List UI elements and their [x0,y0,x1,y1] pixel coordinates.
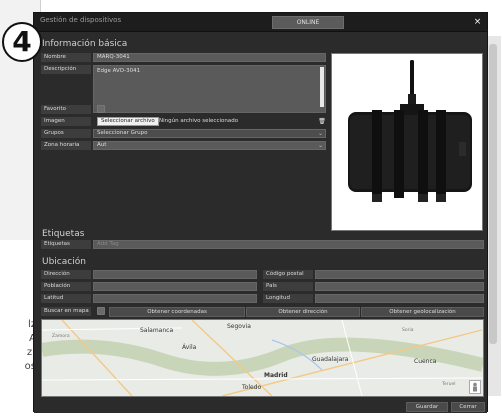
router-device-image [332,54,482,230]
background-text-line: lz [27,319,36,330]
tags-heading: Etiquetas [42,229,85,239]
city-label: Población [41,282,91,291]
get-coordinates-button[interactable]: Obtener coordenadas [109,307,245,317]
background-text-line: os [24,361,36,372]
search-map-label: Buscar en mapa [41,307,91,316]
map-label-small: Teruel [442,382,456,387]
step-number-badge: 4 [2,22,42,62]
description-text: Edge AVO-3041 [97,68,141,74]
chevron-down-icon: ⌄ [317,142,323,149]
dialog-footer: Guardar Cerrar [34,399,487,413]
map-label: Ávila [182,344,197,351]
coordinates-row: Latitud Longitud [41,294,484,303]
status-badge: ONLINE [272,16,344,29]
trash-icon[interactable]: 🗑 [318,117,326,126]
select-file-button[interactable]: Seleccionar archivo [97,117,159,126]
dialog-title: Gestión de dispositivos [40,16,122,24]
name-row: Nombre MARQ-3041 [41,53,326,62]
basic-info-heading: Información básica [42,39,128,49]
background-text-line: A [0,332,36,346]
map-label: Cuenca [414,358,437,365]
address-row: Dirección Código postal [41,270,484,279]
close-icon[interactable]: × [472,17,483,28]
timezone-row: Zona horaria Aut ⌄ [41,141,326,150]
map-label-small: Soria [402,328,414,333]
save-button[interactable]: Guardar [406,402,448,412]
location-heading: Ubicación [42,257,86,267]
map-label: Madrid [264,372,288,379]
timezone-select[interactable]: Aut ⌄ [93,141,326,150]
tags-row: Etiquetas Add Tag [41,240,484,249]
page-scrollbar-thumb[interactable] [489,44,497,344]
groups-row: Grupos Seleccionar Grupo ⌄ [41,129,326,138]
country-label: País [263,282,313,291]
address-field[interactable] [93,270,257,279]
name-field[interactable]: MARQ-3041 [93,53,326,62]
tags-input[interactable]: Add Tag [93,240,484,249]
map-search-row: Buscar en mapa Obtener coordenadas Obten… [41,307,484,317]
address-label: Dirección [41,270,91,279]
favorite-checkbox[interactable] [97,105,105,113]
country-field[interactable] [315,282,484,291]
map-label: Segovia [227,323,251,330]
textarea-scrollbar[interactable] [320,67,324,107]
image-label: Imagen [41,117,91,126]
favorite-row: Favorito [41,105,326,114]
get-geolocation-button[interactable]: Obtener geolocalización [361,307,484,317]
location-map[interactable]: Salamanca Segovia Madrid Guadalajara Tol… [41,319,484,397]
dialog-titlebar: Gestión de dispositivos ONLINE × [34,13,487,32]
longitude-field[interactable] [315,294,484,303]
timezone-label: Zona horaria [41,141,91,150]
background-text: lz A z) os [0,318,36,374]
map-label-small: Zamora [52,334,70,339]
description-label: Descripción [41,65,91,74]
image-row: Imagen Seleccionar archivo Ningún archiv… [41,117,326,126]
map-label: Toledo [242,384,262,391]
postal-code-label: Código postal [263,270,313,279]
postal-code-field[interactable] [315,270,484,279]
close-button[interactable]: Cerrar [451,402,485,412]
timezone-select-value: Aut [97,142,107,148]
map-label: Guadalajara [312,356,349,363]
latitude-field[interactable] [93,294,257,303]
chevron-down-icon: ⌄ [317,130,323,137]
street-view-icon[interactable] [469,380,481,394]
favorite-label: Favorito [41,105,91,114]
tags-label: Etiquetas [41,240,91,249]
city-field[interactable] [93,282,257,291]
search-map-checkbox[interactable] [97,307,105,315]
groups-select[interactable]: Seleccionar Grupo ⌄ [93,129,326,138]
get-address-button[interactable]: Obtener dirección [246,307,360,317]
device-management-dialog: Gestión de dispositivos ONLINE × Informa… [33,12,488,413]
groups-select-value: Seleccionar Grupo [97,130,148,136]
name-label: Nombre [41,53,91,62]
groups-label: Grupos [41,129,91,138]
latitude-label: Latitud [41,294,91,303]
city-row: Población País [41,282,484,291]
longitude-label: Longitud [263,294,313,303]
file-name-text: Ningún archivo seleccionado [159,118,239,124]
background-text-line: z) [26,347,36,358]
map-label: Salamanca [140,327,174,334]
device-image-preview [331,53,483,231]
